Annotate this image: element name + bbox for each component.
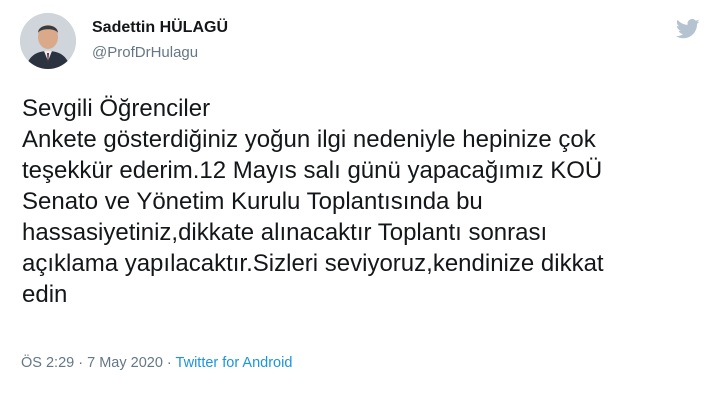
tweet-text: Sevgili Öğrenciler Ankete gösterdiğiniz … — [22, 93, 702, 310]
tweet-line: Senato ve Yönetim Kurulu Toplantısında b… — [22, 188, 483, 215]
tweet-source-link[interactable]: Twitter for Android — [176, 355, 293, 371]
tweet-line: hassasiyetiniz,dikkate alınacaktır Topla… — [22, 219, 548, 246]
tweet-line: Sevgili Öğrenciler — [22, 95, 211, 122]
tweet-time[interactable]: ÖS 2:29 — [21, 355, 74, 371]
avatar[interactable] — [20, 13, 76, 69]
meta-separator: · — [166, 355, 172, 371]
tweet-date[interactable]: 7 May 2020 — [87, 355, 163, 371]
tweet-line: açıklama yapılacaktır.Sizleri seviyoruz,… — [22, 250, 604, 277]
display-name[interactable]: Sadettin HÜLAGÜ — [92, 19, 228, 37]
tweet-meta: ÖS 2:29 · 7 May 2020 · Twitter for Andro… — [21, 355, 292, 371]
tweet-line: Ankete gösterdiğiniz yoğun ilgi nedeniyl… — [22, 126, 596, 153]
twitter-bird-icon[interactable] — [675, 18, 700, 40]
tweet-card: Sadettin HÜLAGÜ @ProfDrHulagu Sevgili Öğ… — [0, 0, 720, 406]
tweet-line: teşekkür ederim.12 Mayıs salı günü yapac… — [22, 157, 603, 184]
tweet-line: edin — [22, 281, 68, 308]
meta-separator: · — [78, 355, 84, 371]
user-handle[interactable]: @ProfDrHulagu — [92, 44, 198, 61]
